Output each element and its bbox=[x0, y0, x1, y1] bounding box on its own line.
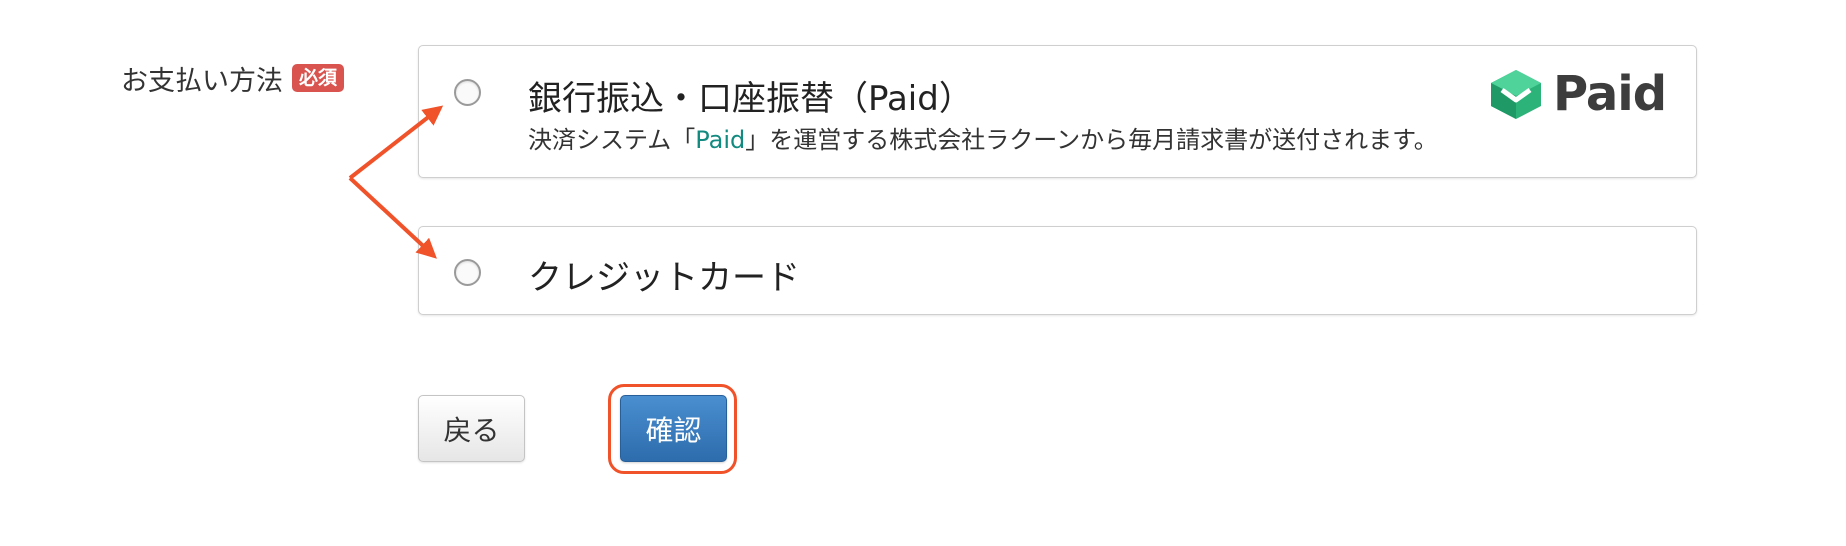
payment-option-paid[interactable]: 銀行振込・口座振替（Paid） 決済システム「Paid」を運営する株式会社ラクー… bbox=[418, 45, 1697, 178]
annotation-arrows bbox=[348, 105, 444, 259]
paid-logo: Paid bbox=[1489, 66, 1667, 122]
annotation-arrow-to-credit bbox=[348, 176, 437, 259]
paid-option-title: 銀行振込・口座振替（Paid） bbox=[528, 79, 973, 119]
paid-desc-link: Paid bbox=[695, 126, 746, 154]
paid-option-description: 決済システム「Paid」を運営する株式会社ラクーンから毎月請求書が送付されます。 bbox=[528, 120, 1438, 155]
payment-option-credit-card[interactable]: クレジットカード bbox=[418, 226, 1697, 315]
paid-desc-suffix: 」を運営する株式会社ラクーンから毎月請求書が送付されます。 bbox=[745, 126, 1438, 154]
annotation-arrow-to-paid bbox=[348, 105, 444, 180]
confirm-button[interactable]: 確認 bbox=[620, 395, 727, 462]
paid-logo-icon bbox=[1491, 70, 1541, 119]
back-button[interactable]: 戻る bbox=[418, 395, 525, 462]
paid-logo-text: Paid bbox=[1553, 66, 1667, 122]
credit-card-option-title: クレジットカード bbox=[528, 258, 800, 298]
paid-desc-prefix: 決済システム「 bbox=[528, 126, 696, 154]
